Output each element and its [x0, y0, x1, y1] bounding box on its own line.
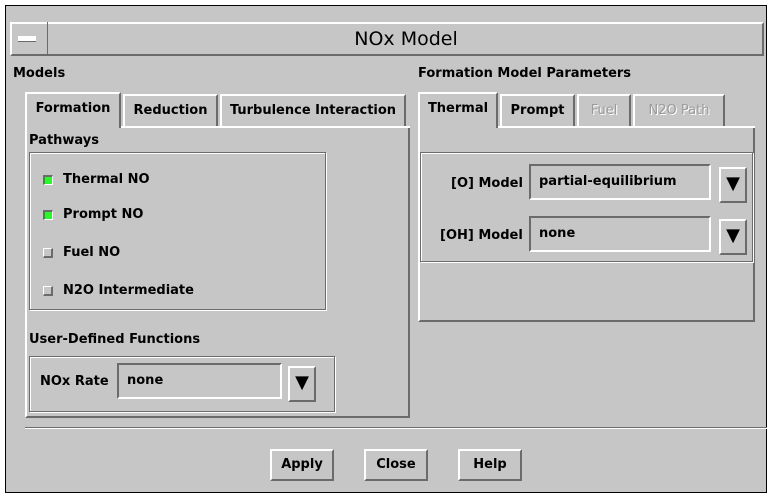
help-button[interactable]: Help [458, 449, 522, 481]
window-menu-icon [18, 36, 36, 42]
button-row-separator [25, 427, 767, 429]
checkbox-unchecked-icon [43, 286, 53, 296]
triangle-down-icon: ▼ [726, 173, 740, 194]
close-button[interactable]: Close [364, 449, 428, 481]
tab-reduction[interactable]: Reduction [123, 94, 218, 128]
o-model-select[interactable]: partial-equilibrium [529, 164, 711, 200]
checkbox-unchecked-icon [43, 248, 53, 258]
tab-fuel: Fuel [577, 94, 631, 128]
fuel-no-label: Fuel NO [63, 245, 121, 260]
tab-n2o-path: N2O Path [633, 94, 725, 128]
o-model-label: [O] Model [451, 176, 523, 191]
checkbox-checked-icon [43, 210, 53, 220]
checkbox-checked-icon [43, 175, 53, 185]
window-menu-button[interactable] [10, 22, 48, 56]
window-title: NOx Model [354, 28, 458, 50]
prompt-no-label: Prompt NO [63, 207, 144, 222]
pathways-heading: Pathways [29, 133, 100, 148]
tab-thermal[interactable]: Thermal [418, 92, 498, 128]
tab-panel-top-edge [498, 126, 755, 128]
tab-formation[interactable]: Formation [25, 92, 121, 128]
triangle-down-icon: ▼ [726, 225, 740, 246]
oh-model-select[interactable]: none [529, 216, 711, 252]
apply-button[interactable]: Apply [270, 449, 334, 481]
tab-prompt[interactable]: Prompt [500, 94, 575, 128]
nox-rate-select[interactable]: none [117, 363, 282, 399]
n2o-intermediate-label: N2O Intermediate [63, 283, 194, 298]
tab-panel-top-edge [121, 126, 410, 128]
models-heading: Models [13, 66, 66, 81]
tab-turbulence-interaction[interactable]: Turbulence Interaction [220, 94, 406, 128]
nox-rate-dropdown-button[interactable]: ▼ [288, 366, 316, 402]
thermal-no-label: Thermal NO [63, 172, 150, 187]
udf-heading: User-Defined Functions [29, 332, 201, 347]
nox-rate-label: NOx Rate [40, 374, 109, 389]
o-model-dropdown-button[interactable]: ▼ [719, 167, 747, 203]
triangle-down-icon: ▼ [295, 372, 309, 393]
oh-model-label: [OH] Model [440, 228, 523, 243]
oh-model-dropdown-button[interactable]: ▼ [719, 219, 747, 255]
formation-params-heading: Formation Model Parameters [418, 66, 632, 81]
